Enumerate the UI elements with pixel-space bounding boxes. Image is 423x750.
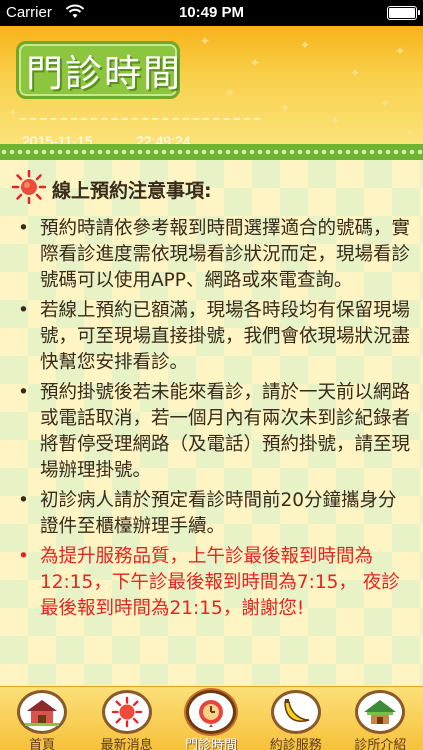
sun-icon <box>101 690 152 734</box>
tab-0[interactable]: 首頁 <box>0 687 84 750</box>
notice-panel: 線上預約注意事項: • 預約時請依參考報到時間選擇適合的號碼，實際看診進度需依現場… <box>0 160 423 686</box>
notice-item: • 初診病人請於預定看診時間前20分鐘攜身分證件至櫃檯辦理手續。 <box>18 488 413 540</box>
tab-4[interactable]: 診所介紹 <box>338 687 422 750</box>
tab-2[interactable]: 門診時間 <box>169 687 253 750</box>
notice-item: • 為提升服務品質，上午診最後報到時間為12:15，下午診最後報到時間為7:15，… <box>18 544 413 622</box>
tab-3[interactable]: 約診服務 <box>254 687 338 750</box>
tab-label: 首頁 <box>28 738 55 750</box>
dashed-divider <box>20 118 260 120</box>
notice-item-text: 初診病人請於預定看診時間前20分鐘攜身分證件至櫃檯辦理手續。 <box>40 490 397 537</box>
tab-label: 最新消息 <box>100 738 153 750</box>
notice-heading: 線上預約注意事項: <box>52 180 212 202</box>
banana-icon <box>270 690 321 734</box>
page-header: ✦ ✦ ✦ ✦ ✦ ✦ ✦ ✦ ✦ ✦ ✦ 門診時間 2015-11-15 22… <box>0 26 423 144</box>
tab-label: 門診時間 <box>185 738 238 750</box>
tab-bar: 首頁 最新消息 門診時間 約診服務 診所介紹 <box>0 686 423 750</box>
hut-icon <box>355 690 406 734</box>
bullet-icon: • <box>18 218 29 239</box>
current-date: 2015-11-15 <box>22 133 93 144</box>
clock-icon <box>186 690 237 734</box>
notice-list: • 預約時請依參考報到時間選擇適合的號碼，實際看診進度需依現場看診狀況而定，現場看… <box>18 216 413 626</box>
bullet-icon: • <box>18 546 29 567</box>
battery-icon <box>387 6 420 20</box>
notice-item: • 預約時請依參考報到時間選擇適合的號碼，實際看診進度需依現場看診狀況而定，現場看… <box>18 216 413 294</box>
bullet-icon: • <box>18 300 29 321</box>
status-time: 10:49 PM <box>178 4 245 21</box>
scalloped-divider <box>0 144 423 164</box>
sun-icon <box>12 170 46 204</box>
notice-item-text: 為提升服務品質，上午診最後報到時間為12:15，下午診最後報到時間為7:15， … <box>40 546 400 619</box>
notice-item-text: 預約時請依參考報到時間選擇適合的號碼，實際看診進度需依現場看診狀況而定，現場看診… <box>40 218 411 291</box>
notice-item: • 預約掛號後若未能來看診，請於一天前以網路或電話取消，若一個月內有兩次未到診紀錄… <box>18 380 413 484</box>
status-bar: Carrier 10:49 PM <box>0 0 423 26</box>
bullet-icon: • <box>18 382 29 403</box>
tab-1[interactable]: 最新消息 <box>85 687 169 750</box>
current-time: 22:49:24 <box>136 133 191 144</box>
page-title: 門診時間 <box>26 52 182 95</box>
notice-item-text: 若線上預約已額滿，現場各時段均有保留現場號，可至現場直接掛號，我們會依現場狀況盡… <box>40 300 411 373</box>
notice-item: • 若線上預約已額滿，現場各時段均有保留現場號，可至現場直接掛號，我們會依現場狀況… <box>18 298 413 376</box>
tab-label: 診所介紹 <box>354 738 407 750</box>
notice-item-text: 預約掛號後若未能來看診，請於一天前以網路或電話取消，若一個月內有兩次未到診紀錄者… <box>40 382 411 481</box>
tab-label: 約診服務 <box>269 738 322 750</box>
bullet-icon: • <box>18 490 29 511</box>
house-icon <box>17 690 67 734</box>
